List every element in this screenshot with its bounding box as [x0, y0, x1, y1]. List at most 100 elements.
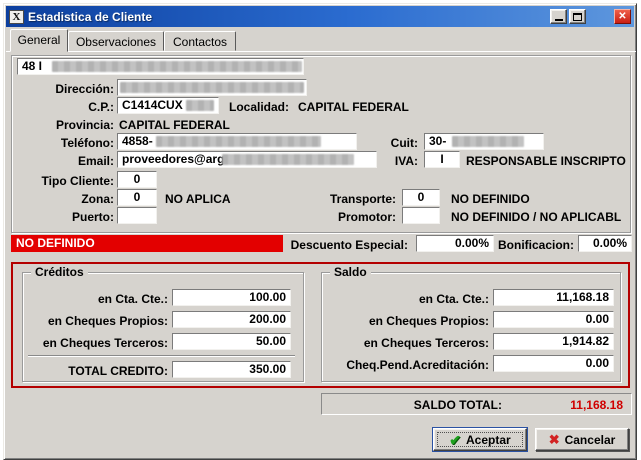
- close-icon: ✕: [618, 12, 626, 22]
- check-icon: ✔: [449, 433, 461, 447]
- creditos-cheques-propios-value: 200.00: [249, 312, 286, 326]
- email-label: Email:: [42, 154, 114, 168]
- status-banner: NO DEFINIDO: [11, 235, 283, 252]
- telefono-field[interactable]: 4858-: [117, 133, 357, 150]
- creditos-cta-cte-value: 100.00: [249, 290, 286, 304]
- saldo-cheques-terceros-value: 1,914.82: [562, 334, 609, 348]
- credit-balance-panel: Créditos en Cta. Cte.: 100.00 en Cheques…: [11, 262, 630, 388]
- saldo-row-label: en Cta. Cte.:: [327, 292, 489, 306]
- creditos-cheques-propios-field[interactable]: 200.00: [172, 311, 291, 328]
- window-title: Estadistica de Cliente: [28, 10, 548, 24]
- email-field[interactable]: proveedores@arg: [117, 151, 377, 168]
- saldo-cheques-propios-field[interactable]: 0.00: [493, 311, 614, 328]
- iva-value: I: [440, 152, 443, 166]
- saldo-row-label: en Cheques Propios:: [327, 314, 489, 328]
- aceptar-button[interactable]: ✔ Aceptar: [433, 428, 527, 451]
- creditos-groupbox: Créditos en Cta. Cte.: 100.00 en Cheques…: [22, 272, 304, 382]
- transporte-label: Transporte:: [304, 192, 396, 206]
- tipo-cliente-value: 0: [134, 172, 141, 186]
- direccion-field[interactable]: [117, 79, 307, 96]
- total-credito-field[interactable]: 350.00: [172, 361, 291, 378]
- descuento-value: 0.00%: [455, 236, 489, 250]
- cp-value: C1414CUX: [122, 98, 183, 112]
- redacted-cuit: [452, 136, 524, 147]
- client-code-value: 48 I: [22, 59, 42, 73]
- cheq-pend-acreditacion-value: 0.00: [586, 356, 609, 370]
- provincia-label: Provincia:: [42, 118, 114, 132]
- creditos-row-label: en Cheques Terceros:: [28, 336, 168, 350]
- iva-label: IVA:: [360, 154, 418, 168]
- transporte-desc: NO DEFINIDO: [451, 192, 530, 206]
- aceptar-label: Aceptar: [466, 433, 511, 447]
- total-credito-value: 350.00: [249, 362, 286, 376]
- maximize-icon: [573, 13, 582, 21]
- cp-field[interactable]: C1414CUX: [117, 97, 219, 114]
- cheq-pend-acreditacion-field[interactable]: 0.00: [493, 355, 614, 372]
- descuento-field[interactable]: 0.00%: [416, 235, 494, 252]
- title-bar[interactable]: X Estadistica de Cliente ✕: [6, 6, 634, 27]
- bonificacion-field[interactable]: 0.00%: [578, 235, 632, 252]
- descuento-label: Descuento Especial:: [288, 238, 408, 252]
- redacted-direccion: [120, 82, 304, 93]
- creditos-row-label: en Cta. Cte.:: [28, 292, 168, 306]
- promotor-field[interactable]: [402, 207, 440, 224]
- saldo-cta-cte-value: 11,168.18: [556, 290, 609, 304]
- cancelar-label: Cancelar: [565, 433, 616, 447]
- creditos-cta-cte-field[interactable]: 100.00: [172, 289, 291, 306]
- telefono-value: 4858-: [122, 134, 153, 148]
- zona-value: 0: [134, 190, 141, 204]
- iva-desc: RESPONSABLE INSCRIPTO: [466, 154, 626, 168]
- saldo-cheques-propios-value: 0.00: [586, 312, 609, 326]
- cuit-label: Cuit:: [356, 136, 418, 150]
- saldo-title: Saldo: [330, 265, 371, 279]
- x-icon: ✖: [549, 433, 560, 446]
- puerto-field[interactable]: [117, 207, 157, 224]
- zona-field[interactable]: 0: [117, 189, 157, 206]
- zona-label: Zona:: [42, 192, 114, 206]
- provincia-value: CAPITAL FEDERAL: [119, 118, 230, 132]
- saldo-groupbox: Saldo en Cta. Cte.: 11,168.18 en Cheques…: [321, 272, 621, 382]
- client-statistics-dialog: X Estadistica de Cliente ✕ General Obser…: [3, 3, 637, 460]
- maximize-button[interactable]: [569, 9, 586, 24]
- tab-pane-edge: [6, 51, 636, 52]
- redacted-email: [222, 154, 354, 165]
- creditos-divider: [28, 355, 295, 357]
- minimize-button[interactable]: [550, 9, 567, 24]
- saldo-row-label: Cheq.Pend.Acreditación:: [327, 358, 489, 372]
- redacted-telefono: [156, 136, 321, 147]
- tipo-cliente-field[interactable]: 0: [117, 171, 157, 188]
- tab-observaciones[interactable]: Observaciones: [68, 31, 164, 51]
- app-icon: X: [9, 10, 24, 24]
- email-value: proveedores@arg: [122, 152, 224, 166]
- creditos-title: Créditos: [31, 265, 88, 279]
- bonificacion-value: 0.00%: [593, 236, 627, 250]
- zona-desc: NO APLICA: [165, 192, 231, 206]
- redacted-client-name: [52, 61, 302, 72]
- tipo-cliente-label: Tipo Cliente:: [22, 174, 114, 188]
- cp-label: C.P.:: [42, 100, 114, 114]
- bonificacion-label: Bonificacion:: [498, 238, 574, 252]
- saldo-cheques-terceros-field[interactable]: 1,914.82: [493, 333, 614, 350]
- saldo-cta-cte-field[interactable]: 11,168.18: [493, 289, 614, 306]
- localidad-value: CAPITAL FEDERAL: [298, 100, 409, 114]
- iva-field[interactable]: I: [424, 151, 460, 168]
- cuit-field[interactable]: 30-: [424, 133, 544, 150]
- close-button[interactable]: ✕: [614, 9, 631, 24]
- puerto-label: Puerto:: [42, 210, 114, 224]
- saldo-total-label: SALDO TOTAL:: [352, 398, 502, 412]
- tab-general[interactable]: General: [10, 29, 68, 52]
- saldo-row-label: en Cheques Terceros:: [327, 336, 489, 350]
- cancelar-button[interactable]: ✖ Cancelar: [535, 428, 629, 451]
- tab-contactos[interactable]: Contactos: [164, 31, 236, 51]
- creditos-cheques-terceros-field[interactable]: 50.00: [172, 333, 291, 350]
- localidad-label: Localidad:: [217, 100, 289, 114]
- creditos-cheques-terceros-value: 50.00: [256, 334, 286, 348]
- minimize-icon: [555, 19, 563, 21]
- telefono-label: Teléfono:: [42, 136, 114, 150]
- total-credito-label: TOTAL CREDITO:: [28, 364, 168, 378]
- client-code-field[interactable]: 48 I: [17, 58, 304, 75]
- saldo-total-value: 11,168.18: [570, 398, 623, 412]
- transporte-field[interactable]: 0: [402, 189, 440, 206]
- direccion-label: Dirección:: [42, 82, 114, 96]
- promotor-desc: NO DEFINIDO / NO APLICABL: [451, 210, 621, 224]
